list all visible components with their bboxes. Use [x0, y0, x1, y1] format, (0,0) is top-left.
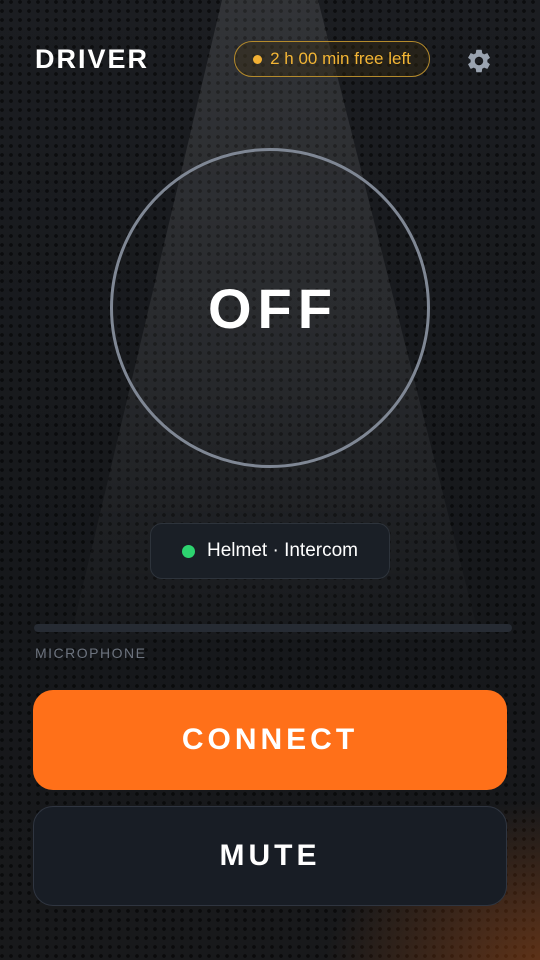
- device-chip[interactable]: Helmet · Intercom: [150, 523, 390, 579]
- gear-icon: [468, 49, 490, 73]
- mute-button[interactable]: MUTE: [33, 806, 507, 906]
- top-bar: DRIVER 2 h 00 min free left: [0, 38, 540, 84]
- settings-button[interactable]: [464, 46, 494, 76]
- power-state-label: OFF: [208, 276, 338, 340]
- timer-status-dot: [253, 54, 263, 64]
- connect-button[interactable]: CONNECT: [33, 690, 507, 790]
- power-toggle[interactable]: OFF: [110, 148, 430, 468]
- app-title: DRIVER: [35, 44, 150, 74]
- device-connected-dot: [182, 544, 195, 558]
- microphone-level-meter: [34, 624, 512, 632]
- microphone-label: MICROPHONE: [35, 645, 147, 661]
- free-time-label: 2 h 00 min free left: [270, 49, 411, 68]
- device-label: Helmet · Intercom: [207, 540, 358, 561]
- free-time-badge[interactable]: 2 h 00 min free left: [234, 41, 430, 77]
